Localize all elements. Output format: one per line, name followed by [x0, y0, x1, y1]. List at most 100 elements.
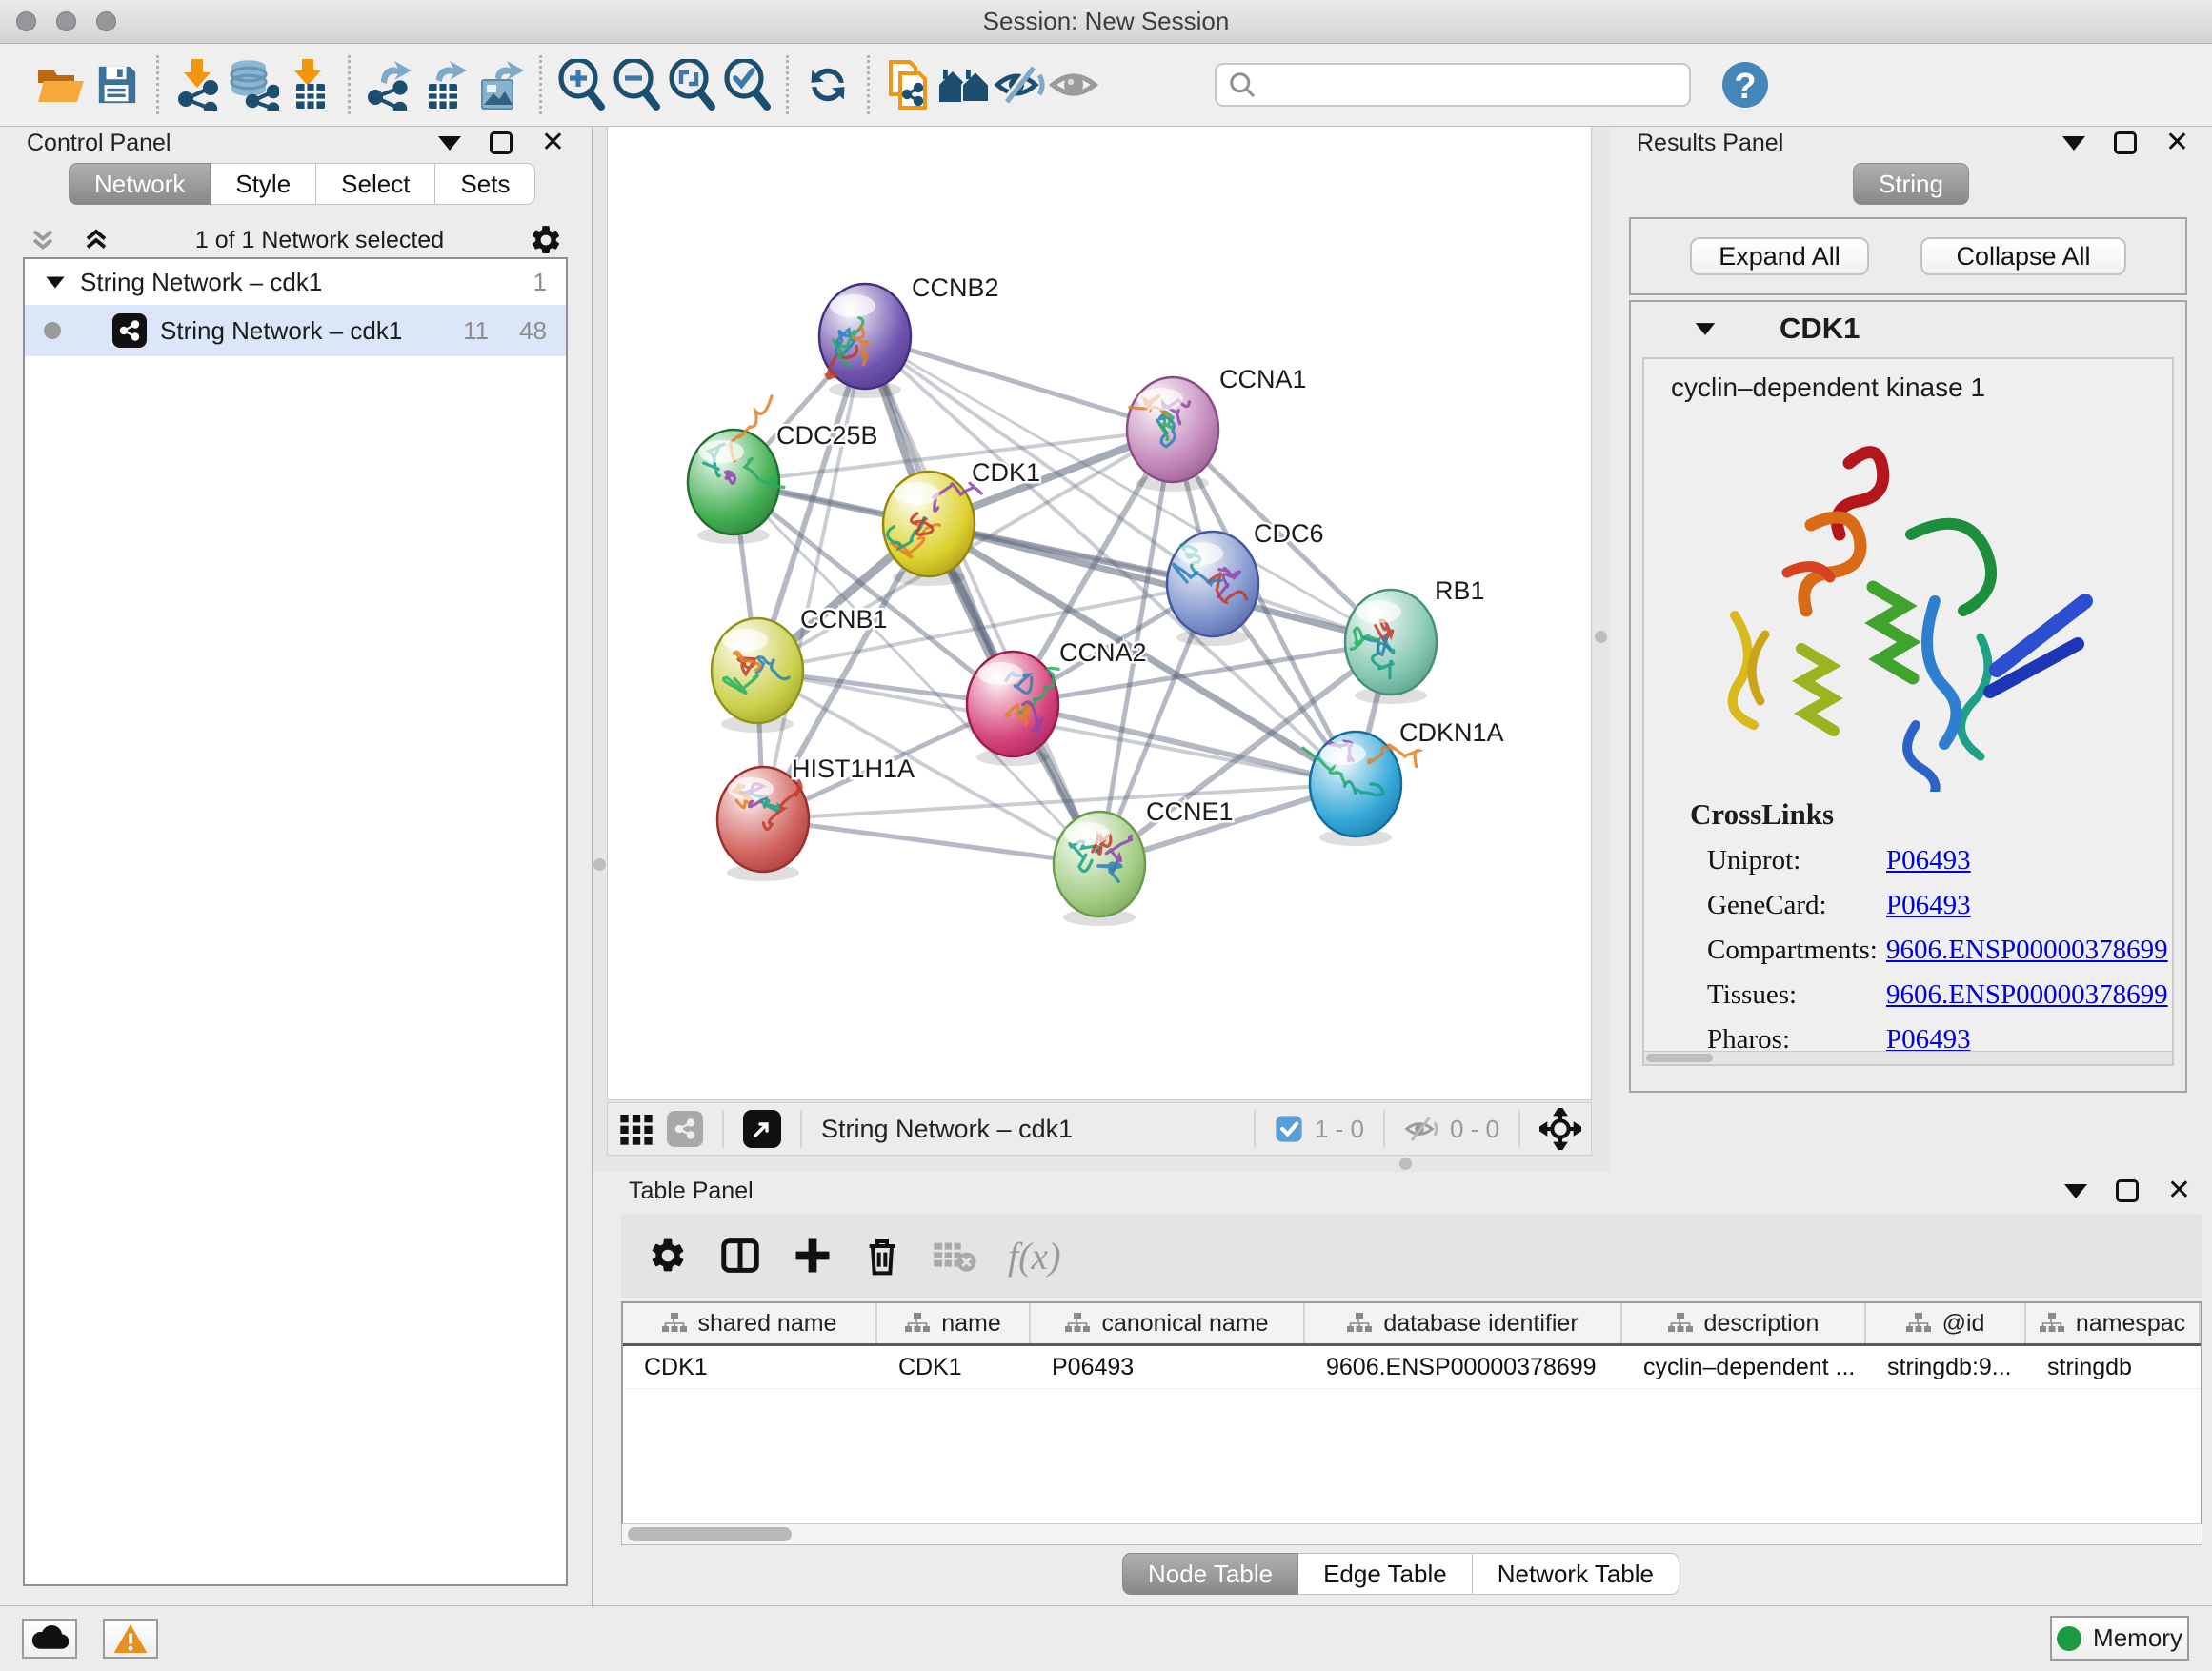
- search-box[interactable]: [1215, 63, 1691, 107]
- tab-node-table[interactable]: Node Table: [1122, 1553, 1298, 1595]
- birdseye-view-icon[interactable]: [743, 1110, 781, 1148]
- collection-expand-icon[interactable]: [46, 276, 64, 288]
- float-results-icon[interactable]: [2114, 131, 2137, 154]
- column-header-5[interactable]: @id: [1866, 1303, 2026, 1343]
- tab-style[interactable]: Style: [211, 163, 316, 205]
- network-share-icon[interactable]: [667, 1111, 703, 1147]
- node-CDC25B[interactable]: [688, 396, 784, 544]
- selected-checkbox-icon[interactable]: [1275, 1115, 1303, 1143]
- delete-table-icon[interactable]: [932, 1237, 977, 1275]
- edge-CCNB2-CCNE1[interactable]: [865, 336, 1099, 864]
- crosslink-link[interactable]: 9606.ENSP00000378699: [1886, 979, 2168, 1011]
- close-table-panel-icon[interactable]: ✕: [2167, 1177, 2191, 1205]
- new-network-from-selection-button[interactable]: [881, 52, 936, 117]
- hide-selected-button[interactable]: [992, 52, 1047, 117]
- right-splitter-handle[interactable]: [1595, 631, 1607, 643]
- delete-column-trash-icon[interactable]: [863, 1235, 901, 1277]
- column-header-0[interactable]: shared name: [623, 1303, 877, 1343]
- export-image-button[interactable]: [473, 52, 528, 117]
- function-builder-icon[interactable]: f(x): [1008, 1234, 1061, 1278]
- add-column-plus-icon[interactable]: [793, 1236, 833, 1276]
- node-HIST1H1A[interactable]: [717, 767, 809, 881]
- cell-1[interactable]: CDK1: [877, 1346, 1031, 1388]
- crosslink-link[interactable]: 9606.ENSP00000378699: [1886, 935, 2168, 966]
- expand-all-networks-icon[interactable]: [29, 226, 57, 254]
- save-session-button[interactable]: [90, 52, 145, 117]
- column-header-4[interactable]: description: [1622, 1303, 1866, 1343]
- close-panel-icon[interactable]: ✕: [541, 129, 565, 157]
- node-CCNA1[interactable]: [1127, 377, 1218, 492]
- memory-button[interactable]: Memory: [2050, 1616, 2189, 1661]
- tab-edge-table[interactable]: Edge Table: [1298, 1553, 1473, 1595]
- grid-view-icon[interactable]: [617, 1110, 655, 1148]
- column-header-6[interactable]: namespac: [2026, 1303, 2201, 1343]
- float-panel-icon[interactable]: [490, 131, 513, 154]
- search-input[interactable]: [1264, 71, 1678, 99]
- node-CCNB1[interactable]: [712, 618, 803, 733]
- show-all-button[interactable]: [1047, 52, 1102, 117]
- zoom-fit-button[interactable]: [664, 52, 719, 117]
- left-splitter-handle[interactable]: [593, 858, 606, 871]
- tab-select[interactable]: Select: [316, 163, 435, 205]
- close-results-icon[interactable]: ✕: [2165, 129, 2189, 157]
- edge-HIST1H1A-CCNE1[interactable]: [763, 819, 1099, 864]
- expand-all-button[interactable]: Expand All: [1690, 237, 1869, 275]
- network-view[interactable]: CCNB2CCNA1CDC25BCDK1CDC6RB1CCNB1CCNA2CDK…: [607, 127, 1592, 1100]
- cloud-button[interactable]: [22, 1619, 77, 1659]
- cell-0[interactable]: CDK1: [623, 1346, 877, 1388]
- node-CDKN1A[interactable]: [1303, 732, 1419, 846]
- import-network-from-database-button[interactable]: [226, 52, 281, 117]
- cell-4[interactable]: cyclin–dependent ...: [1622, 1346, 1866, 1388]
- collapse-panel-icon[interactable]: [438, 136, 461, 151]
- tab-sets[interactable]: Sets: [435, 163, 535, 205]
- network-row[interactable]: String Network – cdk1 11 48: [25, 305, 566, 356]
- table-hscrollbar[interactable]: [621, 1524, 2202, 1545]
- pan-crosshair-icon[interactable]: [1539, 1108, 1581, 1150]
- entry-collapse-icon[interactable]: [1696, 323, 1715, 335]
- zoom-out-button[interactable]: [609, 52, 664, 117]
- export-table-button[interactable]: [417, 52, 473, 117]
- collapse-results-icon[interactable]: [2062, 136, 2085, 151]
- node-CCNE1[interactable]: [1054, 812, 1145, 926]
- zoom-in-button[interactable]: [553, 52, 609, 117]
- column-header-3[interactable]: database identifier: [1305, 1303, 1622, 1343]
- hidden-eye-slash-icon[interactable]: [1404, 1114, 1438, 1144]
- first-neighbors-button[interactable]: [936, 52, 992, 117]
- tab-string[interactable]: String: [1853, 163, 1969, 205]
- cell-5[interactable]: stringdb:9...: [1866, 1346, 2026, 1388]
- network-graph[interactable]: CCNB2CCNA1CDC25BCDK1CDC6RB1CCNB1CCNA2CDK…: [608, 127, 1593, 1100]
- warnings-button[interactable]: [103, 1619, 158, 1659]
- results-hscrollbar[interactable]: [1644, 1051, 2172, 1064]
- node-CCNB2[interactable]: [819, 284, 911, 398]
- collapse-table-panel-icon[interactable]: [2064, 1184, 2087, 1198]
- export-network-button[interactable]: [362, 52, 417, 117]
- cell-2[interactable]: P06493: [1031, 1346, 1305, 1388]
- open-session-button[interactable]: [34, 52, 90, 117]
- scrollbar-thumb[interactable]: [628, 1527, 792, 1541]
- crosslink-link[interactable]: P06493: [1886, 845, 1971, 876]
- crosslink-link[interactable]: P06493: [1886, 890, 1971, 921]
- collapse-all-button[interactable]: Collapse All: [1920, 237, 2126, 275]
- cell-6[interactable]: stringdb: [2026, 1346, 2201, 1388]
- table-row[interactable]: CDK1CDK1P064939606.ENSP00000378699cyclin…: [623, 1346, 2201, 1389]
- import-network-button[interactable]: [171, 52, 226, 117]
- column-header-1[interactable]: name: [877, 1303, 1031, 1343]
- cell-3[interactable]: 9606.ENSP00000378699: [1305, 1346, 1622, 1388]
- float-table-panel-icon[interactable]: [2116, 1179, 2139, 1202]
- column-header-2[interactable]: canonical name: [1031, 1303, 1305, 1343]
- collapse-all-networks-icon[interactable]: [82, 226, 111, 254]
- network-options-gear-icon[interactable]: [529, 223, 563, 257]
- entry-header[interactable]: CDK1: [1631, 302, 2185, 355]
- tab-network[interactable]: Network: [69, 163, 211, 205]
- edge-CCNB2-HIST1H1A[interactable]: [763, 336, 865, 819]
- help-button[interactable]: ?: [1718, 52, 1773, 117]
- zoom-selected-button[interactable]: [719, 52, 774, 117]
- show-columns-icon[interactable]: [718, 1234, 762, 1278]
- table-settings-gear-icon[interactable]: [648, 1236, 688, 1276]
- edge-CCNB2-CCNA1[interactable]: [865, 336, 1173, 430]
- import-table-button[interactable]: [281, 52, 336, 117]
- apply-layout-button[interactable]: [800, 52, 855, 117]
- node-RB1[interactable]: [1345, 590, 1437, 704]
- tab-network-table[interactable]: Network Table: [1473, 1553, 1679, 1595]
- bottom-splitter-handle[interactable]: [1399, 1158, 1412, 1170]
